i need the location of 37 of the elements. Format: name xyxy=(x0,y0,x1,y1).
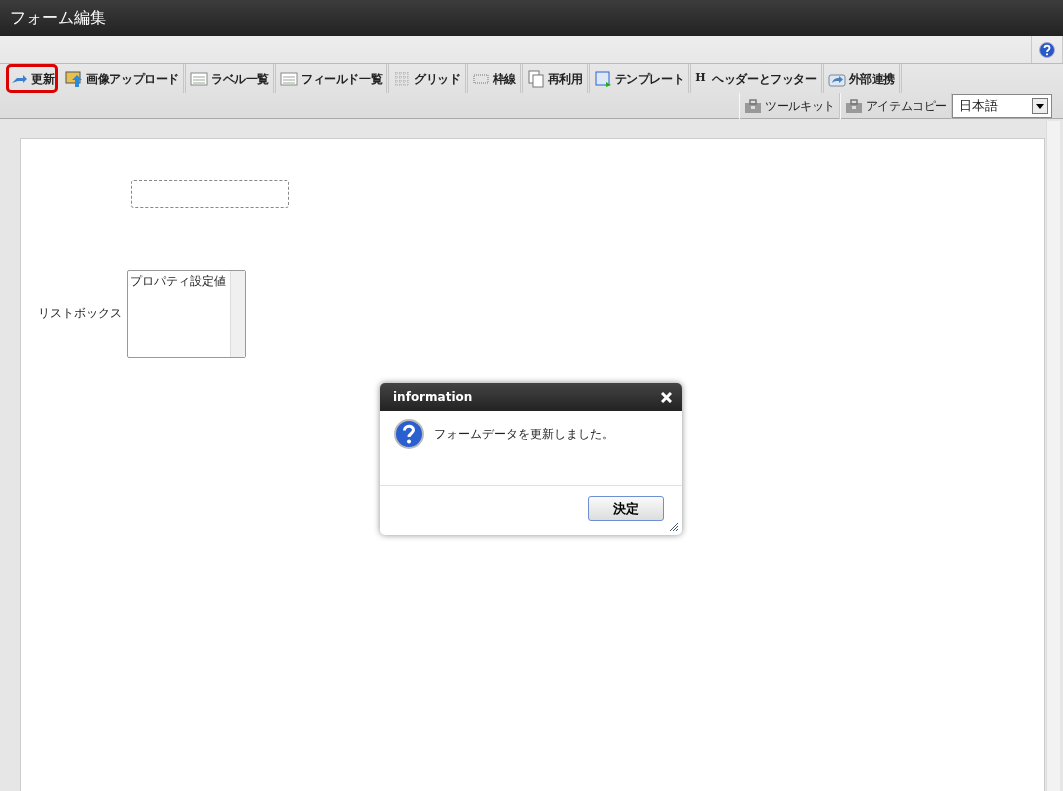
empty-field-outline[interactable] xyxy=(131,180,289,208)
toolbar-button[interactable]: ツールキット xyxy=(739,93,840,119)
toolbar-button[interactable]: 外部連携 xyxy=(823,64,903,93)
resize-grip-icon[interactable] xyxy=(669,522,679,532)
toolbar-button[interactable]: 更新 xyxy=(6,64,59,93)
toolbar-button[interactable]: フィールド一覧 xyxy=(276,64,390,93)
question-icon xyxy=(394,419,424,449)
listbox[interactable]: プロパティ設定値 xyxy=(127,270,246,358)
dialog-message: フォームデータを更新しました。 xyxy=(434,426,614,443)
toolbar-button[interactable]: ラベル一覧 xyxy=(186,64,277,93)
scrollbar[interactable] xyxy=(230,271,245,357)
toolbar-button[interactable]: テンプレート xyxy=(589,64,692,93)
language-dropdown[interactable]: 日本語 xyxy=(952,94,1052,118)
toolbar-button[interactable]: アイテムコピー xyxy=(839,93,952,119)
dropdown-caret-icon xyxy=(1032,98,1048,114)
list-icon xyxy=(280,69,299,88)
toolbox-icon xyxy=(844,97,863,115)
toolbar-button[interactable]: 枠線 xyxy=(467,64,523,93)
grid-icon xyxy=(393,69,412,88)
toolbar-button[interactable]: グリッド xyxy=(389,64,468,93)
documents-icon xyxy=(526,69,545,88)
listbox-option[interactable]: プロパティ設定値 xyxy=(130,272,228,290)
toolbar-button[interactable]: H ヘッダーとフッター xyxy=(691,64,824,93)
window-title: フォーム編集 xyxy=(0,0,1063,36)
toolbar-button[interactable]: 再利用 xyxy=(522,64,590,93)
dialog-title: information xyxy=(393,389,473,406)
image-upload-icon xyxy=(65,69,84,88)
ok-button[interactable]: 決定 xyxy=(588,496,664,521)
toolbox-icon xyxy=(744,97,763,115)
scrollbar[interactable] xyxy=(1046,121,1060,791)
help-icon[interactable] xyxy=(1039,41,1055,58)
toolbar-button[interactable]: 画像アップロード xyxy=(61,64,186,93)
template-icon xyxy=(593,69,612,88)
close-icon[interactable] xyxy=(661,391,672,403)
header-letter-icon: H xyxy=(695,70,706,87)
list-icon xyxy=(190,69,208,88)
field-label: リストボックス xyxy=(38,305,122,322)
